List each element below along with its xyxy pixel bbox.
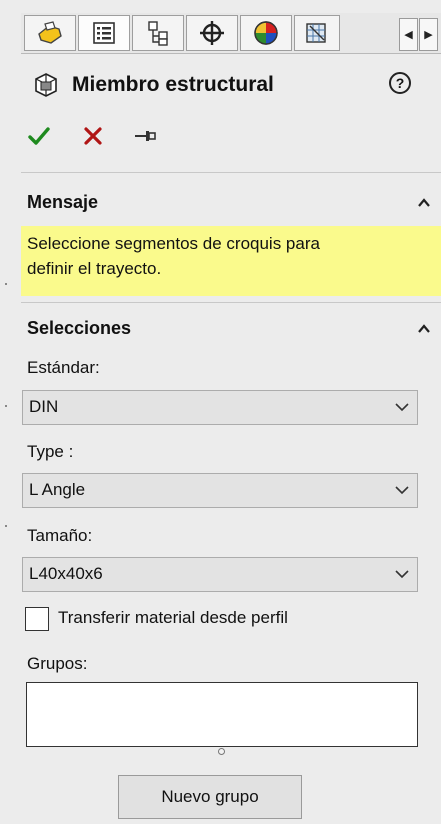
configuration-manager-icon <box>148 21 168 46</box>
type-value: L Angle <box>29 480 86 499</box>
type-select[interactable]: L Angle <box>22 473 418 508</box>
divider <box>21 302 441 303</box>
tab-property-manager[interactable] <box>78 15 130 51</box>
new-group-button[interactable]: Nuevo grupo <box>118 775 302 819</box>
estandar-value: DIN <box>29 397 59 416</box>
cancel-button[interactable] <box>84 127 102 145</box>
collapse-selecciones-icon[interactable] <box>417 322 431 336</box>
section-header-selecciones[interactable]: Selecciones <box>27 318 131 339</box>
tab-dimxpert[interactable] <box>186 15 238 51</box>
tab-scroll-left-button[interactable]: ◀ <box>399 18 418 51</box>
divider <box>21 172 441 173</box>
tamano-value: L40x40x6 <box>29 564 103 583</box>
estandar-label: Estándar: <box>27 358 100 377</box>
scroll-right-icon: ▶ <box>424 28 433 41</box>
page-title: Miembro estructural <box>72 73 274 96</box>
edge-mark <box>5 525 7 527</box>
property-manager-header: Miembro estructural ? <box>23 70 433 104</box>
chevron-down-icon <box>395 570 409 579</box>
type-label: Type : <box>27 442 74 461</box>
ok-button[interactable] <box>28 126 50 146</box>
chevron-down-icon <box>395 486 409 495</box>
structural-member-icon <box>35 73 57 97</box>
cam-icon <box>306 23 326 43</box>
chevron-down-icon <box>395 403 409 412</box>
tamano-select[interactable]: L40x40x6 <box>22 557 418 592</box>
grupos-label: Grupos: <box>27 654 88 673</box>
resize-handle[interactable] <box>218 748 225 755</box>
tab-scroll-right-button[interactable]: ▶ <box>419 18 438 51</box>
message-box: Seleccione segmentos de croquis para def… <box>21 226 441 296</box>
display-manager-icon <box>254 21 278 45</box>
edge-mark <box>5 283 7 285</box>
scroll-left-icon: ◀ <box>404 28 413 41</box>
tab-display-manager[interactable] <box>240 15 292 51</box>
property-manager-icon <box>93 22 115 44</box>
tab-cam[interactable] <box>294 15 340 51</box>
section-header-mensaje[interactable]: Mensaje <box>27 192 98 213</box>
dimxpert-icon <box>200 21 224 45</box>
transfer-material-checkbox[interactable] <box>25 607 49 631</box>
estandar-select[interactable]: DIN <box>22 390 418 425</box>
grupos-listbox[interactable] <box>26 682 418 747</box>
feature-manager-icon <box>38 21 62 44</box>
collapse-mensaje-icon[interactable] <box>417 196 431 210</box>
tamano-label: Tamaño: <box>27 526 93 545</box>
message-line-1: Seleccione segmentos de croquis para <box>27 234 320 253</box>
manager-tab-bar: ◀ ▶ <box>21 13 441 54</box>
pin-button[interactable] <box>134 128 156 144</box>
help-icon[interactable]: ? <box>389 72 411 94</box>
edge-mark <box>5 405 7 407</box>
tab-configuration-manager[interactable] <box>132 15 184 51</box>
transfer-material-label[interactable]: Transferir material desde perfil <box>58 608 288 628</box>
message-line-2: definir el trayecto. <box>27 259 162 278</box>
tab-feature-manager[interactable] <box>24 15 76 51</box>
